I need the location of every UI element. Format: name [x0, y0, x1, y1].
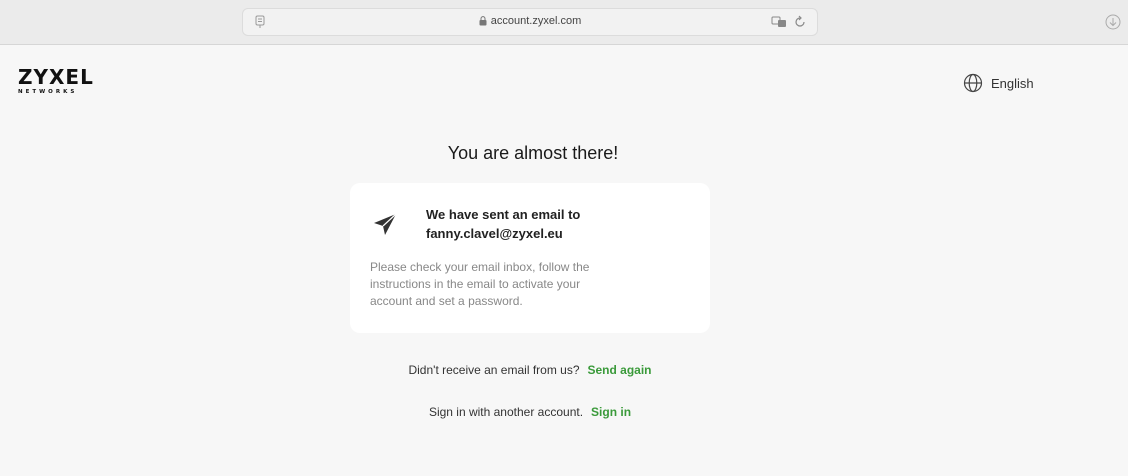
address-bar[interactable]: account.zyxel.com [242, 8, 818, 36]
email-sent-card: We have sent an email to fanny.clavel@zy… [350, 183, 710, 333]
card-heading: We have sent an email to fanny.clavel@zy… [426, 205, 580, 243]
language-label: English [991, 75, 1034, 91]
send-again-link[interactable]: Send again [588, 363, 652, 377]
signin-row: Sign in with another account. Sign in [0, 405, 1060, 419]
card-instructions: Please check your email inbox, follow th… [370, 259, 670, 310]
card-body-line2: instructions in the email to activate yo… [370, 277, 581, 291]
url-text: account.zyxel.com [490, 15, 582, 27]
page-title: You are almost there! [447, 143, 619, 163]
logo-wordmark: ZYXEL [18, 65, 94, 89]
browser-toolbar: account.zyxel.com [0, 0, 1128, 45]
resend-text: Didn't receive an email from us? [408, 363, 580, 377]
zyxel-logo[interactable]: ZYXEL NETWORKS [18, 67, 94, 95]
card-heading-line1: We have sent an email to [426, 207, 581, 222]
globe-icon [963, 73, 983, 93]
resend-row: Didn't receive an email from us? Send aga… [0, 363, 1060, 377]
download-icon[interactable] [1104, 13, 1122, 31]
reload-icon[interactable] [793, 15, 807, 29]
sign-in-link[interactable]: Sign in [591, 405, 631, 419]
card-email-address: fanny.clavel@zyxel.eu [426, 226, 563, 241]
paper-plane-icon [374, 213, 397, 235]
url-text-wrap: account.zyxel.com [243, 15, 817, 27]
card-body-line3: account and set a password. [370, 294, 523, 308]
card-body-line1: Please check your email inbox, follow th… [370, 260, 590, 274]
page: ZYXEL NETWORKS English You are almost th… [0, 45, 1128, 476]
lock-icon [479, 16, 487, 26]
signin-text: Sign in with another account. [428, 405, 584, 419]
language-selector[interactable]: English [963, 73, 1034, 93]
translate-icon[interactable] [771, 15, 787, 29]
logo-tagline: NETWORKS [18, 89, 78, 95]
